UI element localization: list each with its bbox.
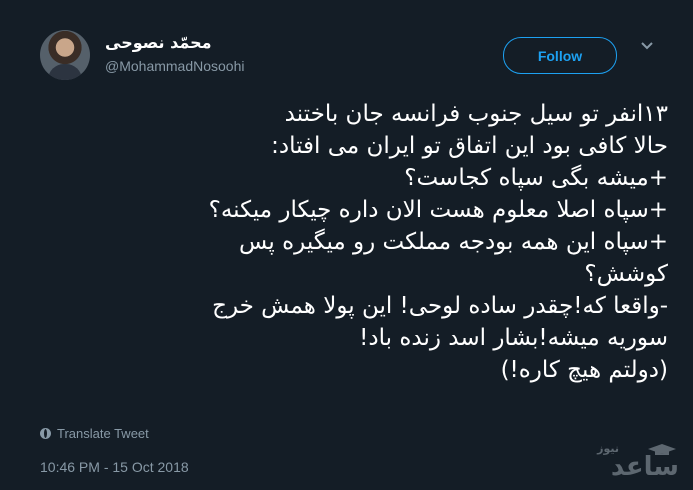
tweet-line: +سپاه این همه بودجه مملکت رو میگیره پس [239,229,668,255]
translate-tweet-link[interactable]: Translate Tweet [40,426,149,441]
user-handle[interactable]: @MohammadNosoohi [105,58,245,74]
translate-label: Translate Tweet [57,426,149,441]
tweet-text: ۱۳انفر تو سیل جنوب فرانسه جان باختند حال… [40,98,668,386]
globe-icon [40,428,51,439]
avatar[interactable] [40,30,90,80]
watermark-logo: نیوز ساعد [590,440,685,485]
tweet-line: ۱۳انفر تو سیل جنوب فرانسه جان باختند [284,101,668,127]
tweet-line: (دولتم هیچ کاره!) [500,357,668,383]
tweet-line: حالا کافی بود این اتفاق تو ایران می افتا… [271,133,668,159]
tweet-line: سوریه میشه!بشار اسد زنده باد! [359,325,668,351]
display-name[interactable]: محمّد نصوحی [105,33,212,52]
tweet-line: +سپاه اصلا معلوم هست الان داره چیکار میک… [208,197,668,223]
tweet-line: -واقعا که!چقدر ساده لوحی! این پولا همش خ… [212,293,668,319]
tweet-line: +میشه بگی سپاه کجاست؟ [404,165,668,191]
tweet-line: کوشش؟ [584,261,668,287]
avatar-shirt [48,64,82,80]
chevron-down-icon[interactable] [640,40,654,54]
watermark-big-text: ساعد [610,452,679,482]
follow-button[interactable]: Follow [503,37,617,74]
tweet-timestamp[interactable]: 10:46 PM - 15 Oct 2018 [40,459,189,475]
